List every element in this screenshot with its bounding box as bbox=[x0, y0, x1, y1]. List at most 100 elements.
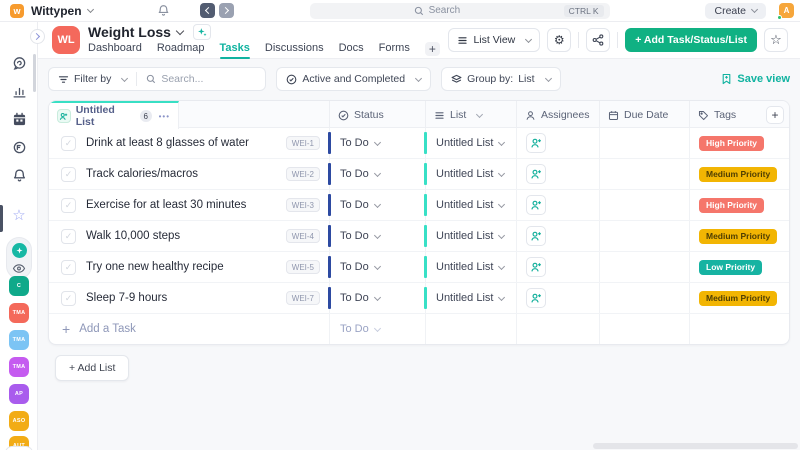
add-task-button[interactable]: + Add a Task bbox=[49, 314, 329, 344]
due-date-cell[interactable] bbox=[599, 128, 689, 158]
column-header-list[interactable]: List bbox=[425, 101, 516, 129]
task-name[interactable]: Walk 10,000 steps bbox=[86, 230, 180, 242]
add-assignee-button[interactable] bbox=[526, 257, 546, 277]
tab-forms[interactable]: Forms bbox=[379, 42, 410, 56]
project-avatar[interactable]: WL bbox=[52, 26, 80, 54]
timer-icon[interactable] bbox=[5, 446, 33, 450]
tab-discussions[interactable]: Discussions bbox=[265, 42, 324, 56]
add-assignee-button[interactable] bbox=[526, 164, 546, 184]
chart-icon[interactable] bbox=[0, 84, 38, 99]
add-assignee-button[interactable] bbox=[526, 226, 546, 246]
horizontal-scrollbar[interactable] bbox=[593, 443, 798, 449]
priority-tag[interactable]: High Priority bbox=[699, 198, 764, 213]
task-name[interactable]: Exercise for at least 30 minutes bbox=[86, 199, 246, 211]
bell-icon[interactable] bbox=[0, 168, 38, 183]
task-checkbox[interactable]: ✓ bbox=[61, 198, 76, 213]
add-list-button[interactable]: + Add List bbox=[55, 355, 129, 381]
task-name[interactable]: Drink at least 8 glasses of water bbox=[86, 137, 249, 149]
global-search[interactable]: CTRL K bbox=[310, 3, 610, 19]
space-avatar[interactable]: TMA bbox=[9, 357, 29, 377]
list-tab[interactable]: Untitled List 6 ••• bbox=[49, 101, 179, 129]
priority-tag[interactable]: Low Priority bbox=[699, 260, 762, 275]
tab-roadmap[interactable]: Roadmap bbox=[157, 42, 205, 56]
space-avatar[interactable]: C bbox=[9, 276, 29, 296]
priority-tag[interactable]: High Priority bbox=[699, 136, 764, 151]
list-dropdown[interactable]: Untitled List bbox=[425, 283, 516, 313]
status-dropdown[interactable]: To Do bbox=[329, 128, 425, 158]
bell-icon[interactable] bbox=[157, 4, 170, 17]
favorite-view-button[interactable]: ☆ bbox=[764, 28, 788, 52]
status-dropdown[interactable]: To Do bbox=[329, 221, 425, 251]
due-date-cell[interactable] bbox=[599, 252, 689, 282]
workspace-logo[interactable]: w bbox=[10, 4, 24, 18]
save-view-button[interactable]: Save view bbox=[721, 73, 790, 85]
due-date-cell[interactable] bbox=[599, 190, 689, 220]
task-name[interactable]: Try one new healthy recipe bbox=[86, 261, 224, 273]
add-column-button[interactable]: + bbox=[766, 106, 784, 124]
workspace-avatar[interactable] bbox=[12, 243, 27, 258]
column-header-tags[interactable]: Tags + bbox=[689, 101, 789, 129]
task-checkbox[interactable]: ✓ bbox=[61, 167, 76, 182]
clock-icon[interactable] bbox=[0, 140, 38, 155]
add-tab-button[interactable]: + bbox=[425, 42, 440, 56]
view-selector[interactable]: List View bbox=[448, 28, 540, 52]
chevron-down-icon[interactable] bbox=[176, 27, 184, 35]
add-task-status-list-button[interactable]: + Add Task/Status/List bbox=[625, 28, 757, 52]
status-dropdown[interactable]: To Do bbox=[329, 283, 425, 313]
nav-forward-button[interactable] bbox=[219, 3, 234, 18]
workspace-switcher[interactable]: Wittypen bbox=[31, 4, 93, 18]
search-input[interactable] bbox=[429, 5, 539, 16]
favorites-star-icon[interactable]: ☆ bbox=[0, 208, 38, 223]
tab-dashboard[interactable]: Dashboard bbox=[88, 42, 142, 56]
ai-sparkle-button[interactable] bbox=[193, 24, 211, 40]
add-assignee-button[interactable] bbox=[526, 133, 546, 153]
share-button[interactable] bbox=[586, 28, 610, 52]
chat-icon[interactable] bbox=[0, 56, 38, 71]
due-date-cell[interactable] bbox=[599, 221, 689, 251]
nav-back-button[interactable] bbox=[200, 3, 215, 18]
task-checkbox[interactable]: ✓ bbox=[61, 260, 76, 275]
priority-tag[interactable]: Medium Priority bbox=[699, 291, 777, 306]
column-header-status[interactable]: Status bbox=[329, 101, 425, 129]
task-checkbox[interactable]: ✓ bbox=[61, 136, 76, 151]
status-filter-dropdown[interactable]: Active and Completed bbox=[277, 73, 430, 85]
task-name[interactable]: Track calories/macros bbox=[86, 168, 198, 180]
list-dropdown[interactable]: Untitled List bbox=[425, 252, 516, 282]
due-date-cell[interactable] bbox=[599, 283, 689, 313]
task-checkbox[interactable]: ✓ bbox=[61, 291, 76, 306]
due-date-cell[interactable] bbox=[599, 159, 689, 189]
list-dropdown[interactable]: Untitled List bbox=[425, 128, 516, 158]
tab-tasks[interactable]: Tasks bbox=[220, 42, 250, 56]
column-header-assignees[interactable]: Assignees bbox=[516, 101, 599, 129]
column-header-due-date[interactable]: Due Date bbox=[599, 101, 689, 129]
add-task-status[interactable]: To Do bbox=[329, 314, 425, 344]
space-avatar[interactable]: TMA bbox=[9, 303, 29, 323]
list-menu-button[interactable]: ••• bbox=[159, 112, 170, 121]
priority-tag[interactable]: Medium Priority bbox=[699, 167, 777, 182]
list-dropdown[interactable]: Untitled List bbox=[425, 190, 516, 220]
priority-tag[interactable]: Medium Priority bbox=[699, 229, 777, 244]
status-dropdown[interactable]: To Do bbox=[329, 159, 425, 189]
group-by-dropdown[interactable]: Group by: List bbox=[442, 73, 559, 85]
space-avatar[interactable]: ASO bbox=[9, 411, 29, 431]
space-avatar[interactable]: TMA bbox=[9, 330, 29, 350]
tab-docs[interactable]: Docs bbox=[339, 42, 364, 56]
add-assignee-button[interactable] bbox=[526, 195, 546, 215]
settings-gear-button[interactable]: ⚙ bbox=[547, 28, 571, 52]
space-avatar[interactable]: AP bbox=[9, 384, 29, 404]
task-name[interactable]: Sleep 7-9 hours bbox=[86, 292, 167, 304]
task-search-input[interactable] bbox=[161, 73, 256, 85]
page-title[interactable]: Weight Loss bbox=[88, 24, 171, 40]
task-checkbox[interactable]: ✓ bbox=[61, 229, 76, 244]
filter-by-dropdown[interactable]: Filter by bbox=[49, 73, 136, 85]
eye-icon[interactable] bbox=[12, 263, 26, 274]
sidebar-expand-button[interactable] bbox=[30, 29, 45, 44]
calendar-icon[interactable] bbox=[0, 112, 38, 127]
status-dropdown[interactable]: To Do bbox=[329, 190, 425, 220]
status-dropdown[interactable]: To Do bbox=[329, 252, 425, 282]
create-button[interactable]: Create bbox=[705, 3, 766, 19]
add-assignee-button[interactable] bbox=[526, 288, 546, 308]
user-avatar[interactable]: A bbox=[779, 3, 794, 18]
task-search[interactable] bbox=[137, 73, 265, 85]
list-dropdown[interactable]: Untitled List bbox=[425, 159, 516, 189]
